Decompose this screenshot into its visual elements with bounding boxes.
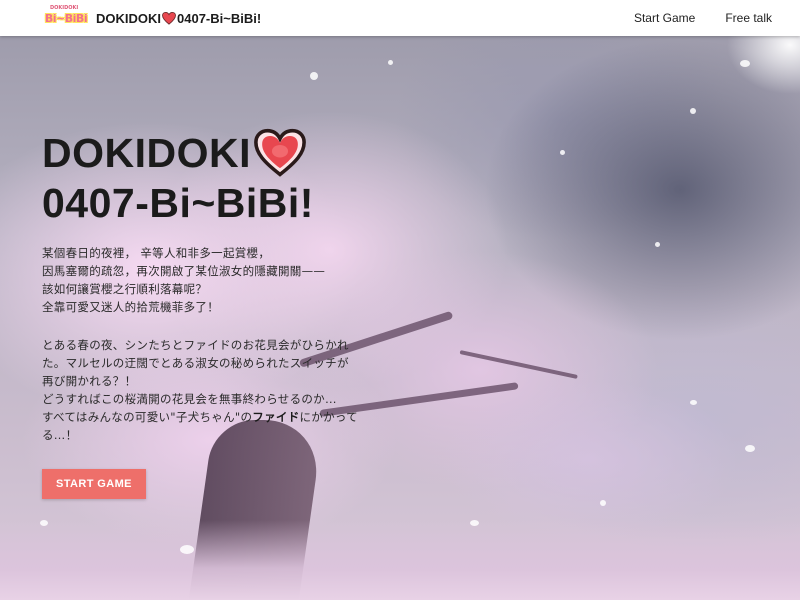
logo-subtext: DOKIDOKI	[50, 5, 79, 11]
top-navbar: DOKIDOKI Bi~BiBi DOKIDOKI 0407-Bi~BiBi! …	[0, 0, 800, 36]
main-nav: Start Game Free talk	[604, 11, 772, 25]
description-line: 再び開かれる？！	[42, 374, 137, 388]
petal	[655, 242, 660, 247]
description-chinese: 某個春日的夜裡， 辛等人和非多一起賞櫻， 因馬塞爾的疏忽，再次開啟了某位淑女的隱…	[42, 244, 402, 316]
petal	[560, 150, 565, 155]
hero-title-line2: 0407-Bi~BiBi!	[42, 180, 314, 226]
site-logo[interactable]: DOKIDOKI Bi~BiBi	[42, 5, 90, 31]
petal	[690, 400, 697, 405]
nav-free-talk[interactable]: Free talk	[725, 11, 772, 25]
description-line: た。マルセルの迂闊でとある淑女の秘められたスイッチが	[42, 356, 349, 370]
description-line: とある春の夜、シンたちとファイドのお花見会がひらかれ	[42, 338, 349, 352]
petal	[600, 500, 606, 506]
description-line: 該如何讓賞櫻之行順利落幕呢？	[42, 282, 208, 296]
description-emphasis: ファイド	[252, 410, 300, 424]
petal	[310, 72, 318, 80]
petal	[470, 520, 479, 526]
nav-start-game[interactable]: Start Game	[634, 11, 695, 25]
hero-title-line1: DOKIDOKI	[42, 128, 402, 178]
heart-icon	[162, 11, 176, 25]
heart-icon	[254, 128, 306, 177]
petal	[180, 545, 194, 554]
brand-title[interactable]: DOKIDOKI 0407-Bi~BiBi!	[96, 11, 261, 26]
ground	[0, 520, 800, 600]
hero-title-text1: DOKIDOKI	[42, 130, 251, 176]
brand-title-part2: 0407-Bi~BiBi!	[177, 10, 262, 26]
description-text: すべてはみんなの可愛い"子犬ちゃん"の	[42, 410, 253, 424]
petal	[740, 60, 750, 67]
description-line: 全靠可愛又迷人的拾荒機菲多了！	[42, 300, 219, 314]
petal	[745, 445, 755, 452]
petal	[388, 60, 393, 65]
brand-title-part1: DOKIDOKI	[96, 10, 161, 26]
hero-section: DOKIDOKI 0407-Bi~BiBi! 某個春日的夜裡， 辛等人和非多一起…	[42, 128, 402, 499]
description-line: どうすればこの桜満開の花見会を無事終わらせるのか…	[42, 392, 337, 406]
logo-text: Bi~BiBi	[44, 11, 88, 25]
description-line: 某個春日的夜裡， 辛等人和非多一起賞櫻，	[42, 246, 271, 260]
hero-title: DOKIDOKI 0407-Bi~BiBi!	[42, 128, 402, 228]
description-japanese: とある春の夜、シンたちとファイドのお花見会がひらかれ た。マルセルの迂闊でとある…	[42, 336, 387, 444]
petal	[690, 108, 696, 114]
start-game-button[interactable]: START GAME	[42, 469, 146, 499]
description-line: る…！	[42, 428, 78, 442]
description-line: すべてはみんなの可愛い"子犬ちゃん"のファイドにかかって	[42, 408, 387, 426]
petal	[40, 520, 48, 526]
description-line: 因馬塞爾的疏忽，再次開啟了某位淑女的隱藏開關——	[42, 264, 326, 278]
description-text: にかかって	[299, 410, 358, 424]
